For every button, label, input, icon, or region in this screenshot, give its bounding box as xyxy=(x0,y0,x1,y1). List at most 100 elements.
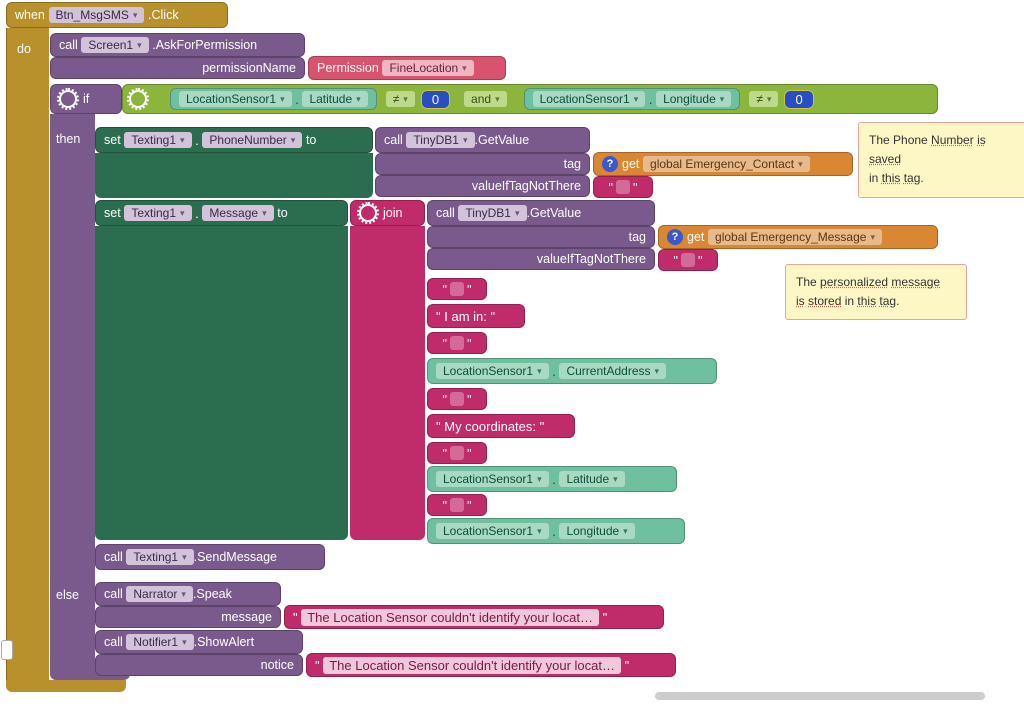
tinydb-dropdown[interactable]: TinyDB1▾ xyxy=(406,132,474,148)
getvalue-label: .GetValue xyxy=(527,206,582,220)
texting-dropdown[interactable]: Texting1▾ xyxy=(124,132,191,148)
comment-message[interactable]: The personalized messageis stored in thi… xyxy=(785,264,967,320)
else-label: else xyxy=(56,588,79,602)
h-scrollbar[interactable] xyxy=(655,692,985,700)
button-dropdown[interactable]: Btn_MsgSMS▾ xyxy=(49,7,145,23)
join-body xyxy=(350,226,425,540)
narrator-dropdown[interactable]: Narrator▾ xyxy=(126,586,193,602)
longitude-getter[interactable]: LocationSensor1▾ . Longitude▾ xyxy=(427,518,685,544)
get-global-message[interactable]: ? get global Emergency_Message▾ xyxy=(658,225,938,249)
longitude-getter[interactable]: LocationSensor1▾ . Longitude▾ xyxy=(524,88,741,110)
sensor-dropdown[interactable]: LocationSensor1▾ xyxy=(179,91,292,107)
set-message[interactable]: set Texting1▾ . Message▾ to xyxy=(95,200,348,226)
and-dropdown[interactable]: and▾ xyxy=(464,91,507,107)
screen-dropdown[interactable]: Screen1▾ xyxy=(81,37,148,53)
to-label: to xyxy=(306,133,316,147)
join-block[interactable]: join xyxy=(350,200,425,226)
call-sendmessage[interactable]: call Texting1▾ .SendMessage xyxy=(95,544,325,570)
empty-string-literal[interactable]: "" xyxy=(658,249,718,271)
get-global-contact[interactable]: ? get global Emergency_Contact▾ xyxy=(593,152,853,176)
notifier-dropdown[interactable]: Notifier1▾ xyxy=(126,634,193,650)
ne-dropdown[interactable]: ≠▾ xyxy=(749,91,778,107)
empty-string-literal[interactable]: "" xyxy=(427,332,487,354)
message-dropdown[interactable]: Message▾ xyxy=(202,205,273,221)
comment-phone[interactable]: The Phone Number is savedin this tag. xyxy=(858,122,1024,198)
call-notifier-showalert[interactable]: call Notifier1▾ .ShowAlert xyxy=(95,630,303,654)
speak-text[interactable]: " The Location Sensor couldn't identify … xyxy=(284,605,664,629)
empty-string-literal[interactable]: "" xyxy=(427,388,487,410)
call-label: call xyxy=(436,206,455,220)
gear-icon[interactable] xyxy=(59,90,77,108)
set-phonenumber[interactable]: set Texting1▾ . PhoneNumber▾ to xyxy=(95,127,373,153)
global-contact-dropdown[interactable]: global Emergency_Contact▾ xyxy=(643,156,810,172)
get-label: get xyxy=(622,157,639,171)
addr-dropdown[interactable]: CurrentAddress▾ xyxy=(559,363,666,379)
event-footer xyxy=(6,680,126,692)
if-header[interactable]: if xyxy=(50,84,122,114)
string-iamin[interactable]: " I am in: " xyxy=(427,304,525,328)
sensor-dropdown[interactable]: LocationSensor1▾ xyxy=(436,523,549,539)
sensor-dropdown[interactable]: LocationSensor1▾ xyxy=(436,471,549,487)
string-mycoords[interactable]: " My coordinates: " xyxy=(427,414,575,438)
tinydb-getvalue-phone[interactable]: call TinyDB1▾ .GetValue xyxy=(375,127,590,153)
vnt-row-msg: valueIfTagNotThere xyxy=(427,248,655,270)
lat-dropdown[interactable]: Latitude▾ xyxy=(559,471,624,487)
empty-string-literal[interactable]: "" xyxy=(593,176,653,198)
lat-prop-dropdown[interactable]: Latitude▾ xyxy=(302,91,367,107)
empty-string-literal[interactable]: "" xyxy=(427,494,487,516)
permission-param-row: permissionName xyxy=(50,57,305,79)
if-condition[interactable]: LocationSensor1▾ . Latitude▾ ≠▾ 0 and▾ L… xyxy=(122,84,938,114)
tag-row-msg: tag xyxy=(427,226,655,248)
ne-dropdown[interactable]: ≠▾ xyxy=(386,91,415,107)
blocks-canvas[interactable]: when Btn_MsgSMS▾ .Click do call Screen1▾… xyxy=(0,0,1024,708)
tinydb-dropdown[interactable]: TinyDB1▾ xyxy=(458,205,526,221)
do-label: do xyxy=(17,42,31,56)
click-suffix: .Click xyxy=(148,8,179,22)
getvalue-label: .GetValue xyxy=(475,133,530,147)
permission-dropdown[interactable]: FineLocation▾ xyxy=(382,60,473,76)
call-label: call xyxy=(59,38,78,52)
set-label: set xyxy=(104,133,121,147)
texting-dropdown[interactable]: Texting1▾ xyxy=(126,549,193,565)
phonenumber-dropdown[interactable]: PhoneNumber▾ xyxy=(202,132,302,148)
latitude-getter[interactable]: LocationSensor1▾ . Latitude▾ xyxy=(170,88,377,110)
call-narrator-speak[interactable]: call Narrator▾ .Speak xyxy=(95,582,281,606)
gear-icon[interactable] xyxy=(359,204,377,222)
help-icon[interactable]: ? xyxy=(602,156,618,172)
call-label: call xyxy=(104,635,123,649)
event-do-gutter xyxy=(6,28,49,690)
latitude-getter[interactable]: LocationSensor1▾ . Latitude▾ xyxy=(427,466,677,492)
texting-dropdown[interactable]: Texting1▾ xyxy=(124,205,191,221)
help-icon[interactable]: ? xyxy=(667,229,683,245)
tinydb-getvalue-msg[interactable]: call TinyDB1▾ .GetValue xyxy=(427,200,655,226)
sensor-dropdown[interactable]: LocationSensor1▾ xyxy=(533,91,646,107)
vnt-row-phone: valueIfTagNotThere xyxy=(375,175,590,197)
zero-literal[interactable]: 0 xyxy=(421,90,450,109)
call-askpermission[interactable]: call Screen1▾ .AskForPermission xyxy=(50,33,305,57)
to-label: to xyxy=(277,206,287,220)
lon-prop-dropdown[interactable]: Longitude▾ xyxy=(656,91,731,107)
sensor-dropdown[interactable]: LocationSensor1▾ xyxy=(436,363,549,379)
zero-literal[interactable]: 0 xyxy=(784,90,813,109)
currentaddress-getter[interactable]: LocationSensor1▾ . CurrentAddress▾ xyxy=(427,358,717,384)
global-message-dropdown[interactable]: global Emergency_Message▾ xyxy=(708,229,882,245)
event-when-header[interactable]: when Btn_MsgSMS▾ .Click xyxy=(6,2,228,28)
alert-text[interactable]: " The Location Sensor couldn't identify … xyxy=(306,653,676,677)
resize-handle[interactable] xyxy=(1,640,13,660)
lon-dropdown[interactable]: Longitude▾ xyxy=(559,523,634,539)
sendmessage-label: .SendMessage xyxy=(194,550,277,564)
permission-value[interactable]: Permission FineLocation▾ xyxy=(308,56,506,80)
get-label: get xyxy=(687,230,704,244)
when-label: when xyxy=(15,8,45,22)
call-label: call xyxy=(104,550,123,564)
alert-param-row: notice xyxy=(95,654,303,676)
speak-param-row: message xyxy=(95,606,281,628)
permission-param-label: permissionName xyxy=(202,61,296,75)
permission-label: Permission xyxy=(317,61,379,75)
empty-string-literal[interactable]: "" xyxy=(427,278,487,300)
tag-row-phone: tag xyxy=(375,153,590,175)
empty-string-literal[interactable]: "" xyxy=(427,442,487,464)
gear-icon[interactable] xyxy=(129,90,147,108)
set-phone-body xyxy=(95,153,373,198)
set-label: set xyxy=(104,206,121,220)
